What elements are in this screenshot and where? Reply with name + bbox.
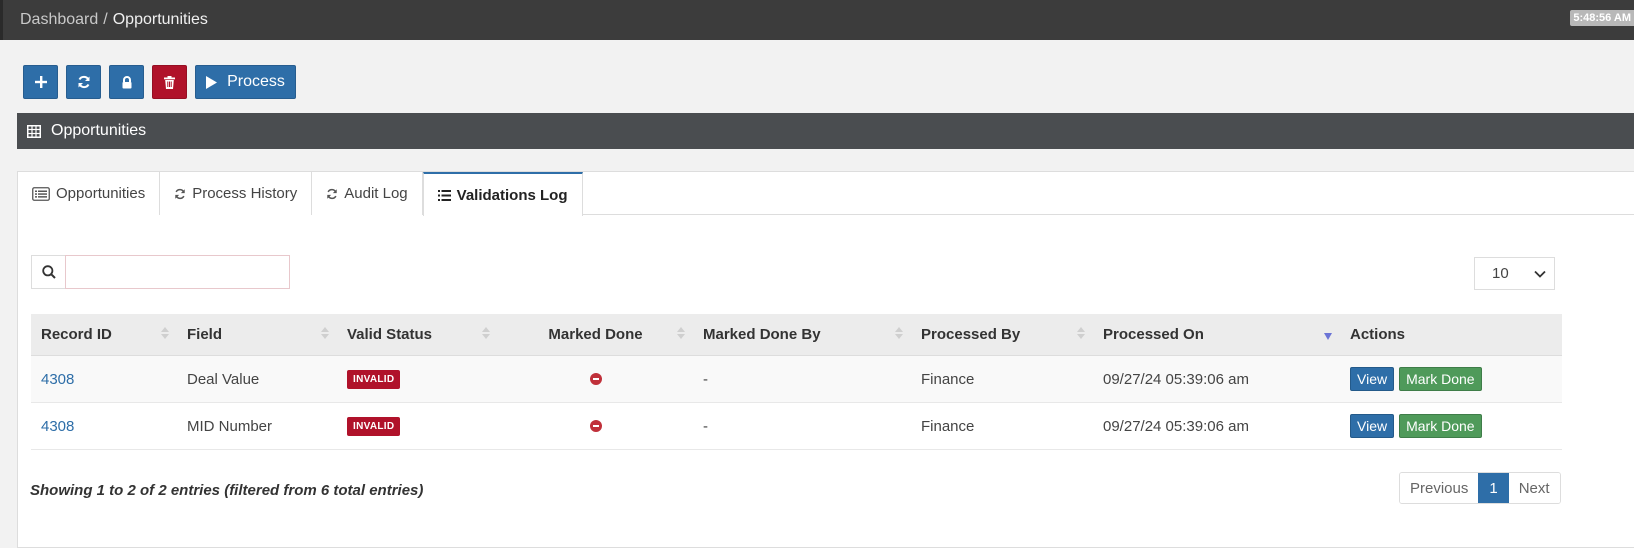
top-bar: Dashboard / Opportunities 5:48:56 AM [0,0,1634,40]
tab-validations-log[interactable]: Validations Log [422,172,583,216]
tab-opportunities[interactable]: Opportunities [18,172,161,215]
pagination-next[interactable]: Next [1508,473,1560,503]
tab-process-history[interactable]: Process History [160,172,313,215]
column-header-marked-done[interactable]: Marked Done [498,314,693,356]
tab-label: Audit Log [344,185,408,202]
panel-body: Opportunities Process History Audit Log … [17,171,1634,548]
field-cell: Deal Value [187,370,260,388]
table-header: Record ID Field Valid Status Marked Done… [31,314,1562,356]
processed-on-cell: 09/27/24 05:39:06 am [1103,417,1249,435]
breadcrumb: Dashboard / Opportunities [20,11,208,29]
page-length-select[interactable]: 10 [1474,257,1555,290]
sort-icon [321,326,329,343]
column-header-actions: Actions [1340,314,1562,356]
valid-status-cell: INVALID [337,403,498,450]
table-info: Showing 1 to 2 of 2 entries (filtered fr… [30,482,424,499]
column-header-marked-done-by[interactable]: Marked Done By [693,314,911,356]
column-label: Valid Status [347,326,433,343]
column-header-processed-on[interactable]: Processed On [1093,314,1340,356]
search-group [31,255,290,289]
view-button[interactable]: View [1350,367,1395,391]
actions-cell: View Mark Done [1340,403,1562,450]
column-label: Marked Done By [703,326,821,343]
sort-icon [482,326,490,343]
marked-done-cell [498,403,693,450]
pagination-page-current[interactable]: 1 [1478,473,1509,503]
search-icon [41,265,56,279]
tab-bar: Opportunities Process History Audit Log … [18,172,583,216]
breadcrumb-separator: / [103,11,108,28]
refresh-icon [327,188,337,199]
search-input[interactable] [65,255,290,289]
column-header-valid-status[interactable]: Valid Status [337,314,498,356]
page-length-value: 10 [1492,265,1509,282]
lock-icon [122,75,131,88]
mark-done-button[interactable]: Mark Done [1399,367,1482,391]
list-icon [437,189,451,201]
process-button-label: Process [227,73,285,90]
process-button[interactable]: Process [195,65,296,99]
status-badge: INVALID [347,416,401,436]
table-icon [27,124,41,138]
tab-label: Validations Log [456,186,568,204]
sort-icon [677,326,685,343]
column-label: Field [187,326,223,343]
plus-icon [34,76,47,88]
panel-title: Opportunities [51,122,147,139]
play-icon [206,75,218,89]
refresh-button[interactable] [66,65,101,99]
sort-icon [895,326,903,343]
tab-audit-log[interactable]: Audit Log [312,172,423,215]
panel-header: Opportunities [17,113,1634,149]
list-alt-icon [32,186,50,201]
column-label: Actions [1350,326,1406,343]
column-label: Marked Done [548,326,643,343]
marked-done-by-cell: - [703,370,708,388]
view-button[interactable]: View [1350,414,1395,438]
pagination-previous[interactable]: Previous [1400,473,1479,503]
sort-icon [1077,326,1085,343]
toolbar: Process [23,65,296,99]
column-label: Processed On [1103,326,1204,343]
sort-desc-icon [1324,332,1332,349]
tab-label: Process History [192,185,298,202]
table-row: 4308 MID Number INVALID - Finance 09/27/… [31,403,1562,450]
status-badge: INVALID [347,369,401,389]
clock-badge: 5:48:56 AM [1570,10,1634,26]
delete-button[interactable] [152,65,187,99]
column-header-processed-by[interactable]: Processed By [911,314,1093,356]
minus-circle-icon [589,373,602,385]
chevron-down-icon [1534,270,1546,278]
refresh-icon [78,75,89,89]
search-icon-addon [31,255,65,289]
marked-done-by-cell: - [703,417,708,435]
trash-icon [164,75,175,89]
breadcrumb-dashboard-link[interactable]: Dashboard [20,11,98,28]
lock-button[interactable] [109,65,144,99]
marked-done-cell [498,356,693,403]
column-header-field[interactable]: Field [177,314,337,356]
table-row: 4308 Deal Value INVALID - Finance 09/27/… [31,356,1562,403]
actions-cell: View Mark Done [1340,356,1562,403]
valid-status-cell: INVALID [337,356,498,403]
breadcrumb-current: Opportunities [112,11,208,28]
minus-circle-icon [589,420,602,432]
column-header-record-id[interactable]: Record ID [31,314,177,356]
tab-label: Opportunities [56,185,146,202]
mark-done-button[interactable]: Mark Done [1399,414,1482,438]
processed-on-cell: 09/27/24 05:39:06 am [1103,370,1249,388]
add-button[interactable] [23,65,58,99]
validations-table: Record ID Field Valid Status Marked Done… [31,314,1562,450]
column-label: Record ID [41,326,112,343]
processed-by-cell: Finance [921,417,975,435]
sort-icon [161,326,169,343]
record-id-link[interactable]: 4308 [31,356,177,403]
pagination: Previous 1 Next [1399,472,1561,504]
record-id-link[interactable]: 4308 [31,403,177,450]
field-cell: MID Number [187,417,273,435]
refresh-icon [175,188,185,199]
processed-by-cell: Finance [921,370,975,388]
column-label: Processed By [921,326,1021,343]
